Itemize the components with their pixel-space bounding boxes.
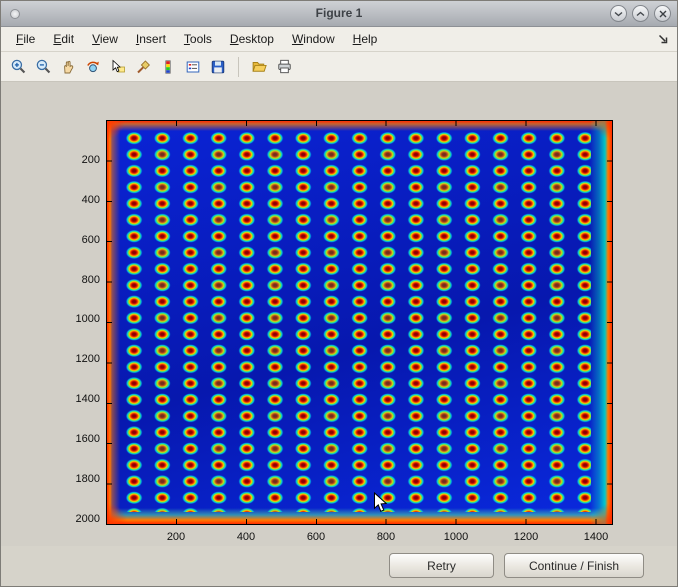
x-tick-label: 1200 (506, 530, 546, 544)
continue-finish-button[interactable]: Continue / Finish (504, 553, 644, 578)
menu-insert[interactable]: Insert (127, 28, 175, 50)
toolbar-separator (238, 57, 239, 77)
y-tick-label: 600 (56, 233, 100, 247)
insert-colorbar-button[interactable] (156, 55, 180, 79)
microarray-spot-grid (120, 130, 591, 512)
close-button[interactable] (654, 5, 671, 22)
window-controls (610, 5, 671, 22)
save-icon (210, 59, 226, 75)
rotate-3d-icon (85, 59, 101, 75)
minimize-button[interactable] (610, 5, 627, 22)
plot-axes (106, 120, 613, 525)
zoom-in-icon (10, 58, 27, 75)
microarray-image (107, 121, 612, 524)
print-icon (276, 58, 293, 75)
figure-toolbar (1, 52, 677, 82)
y-tick-label: 1200 (56, 352, 100, 366)
pan-button[interactable] (56, 55, 80, 79)
y-tick-label: 1400 (56, 392, 100, 406)
menu-file[interactable]: File (7, 28, 44, 50)
maximize-button[interactable] (632, 5, 649, 22)
menu-view[interactable]: View (83, 28, 127, 50)
y-tick-label: 2000 (56, 512, 100, 526)
close-icon (659, 10, 667, 18)
open-folder-icon (251, 58, 268, 75)
rotate-3d-button[interactable] (81, 55, 105, 79)
titlebar[interactable]: Figure 1 (1, 1, 677, 27)
save-button[interactable] (206, 55, 230, 79)
y-tick-label: 1600 (56, 432, 100, 446)
window-title: Figure 1 (1, 6, 677, 20)
zoom-out-icon (35, 58, 52, 75)
zoom-in-button[interactable] (6, 55, 30, 79)
y-tick-label: 1800 (56, 472, 100, 486)
figure-canvas: 200 400 600 800 1000 1200 1400 1600 1800… (1, 82, 678, 546)
y-tick-label: 400 (56, 193, 100, 207)
chevron-up-icon (636, 11, 645, 17)
zoom-out-button[interactable] (31, 55, 55, 79)
pan-hand-icon (60, 59, 76, 75)
figure-content: 200 400 600 800 1000 1200 1400 1600 1800… (1, 82, 677, 586)
y-tick-label: 800 (56, 273, 100, 287)
x-tick-label: 1000 (436, 530, 476, 544)
data-cursor-icon (110, 59, 126, 75)
chevron-down-icon (614, 11, 623, 17)
menu-desktop[interactable]: Desktop (221, 28, 283, 50)
print-button[interactable] (272, 55, 296, 79)
data-cursor-button[interactable] (106, 55, 130, 79)
menu-edit[interactable]: Edit (44, 28, 83, 50)
x-tick-label: 800 (366, 530, 406, 544)
x-tick-label: 200 (156, 530, 196, 544)
figure-window: Figure 1 File Edit View Insert Tools Des… (0, 0, 678, 587)
menu-tools[interactable]: Tools (175, 28, 221, 50)
insert-legend-button[interactable] (181, 55, 205, 79)
menu-help[interactable]: Help (344, 28, 387, 50)
dock-figure-icon[interactable] (657, 33, 669, 48)
y-tick-label: 1000 (56, 312, 100, 326)
x-tick-label: 1400 (576, 530, 616, 544)
mouse-cursor (373, 492, 388, 518)
retry-button[interactable]: Retry (389, 553, 494, 578)
legend-icon (185, 59, 201, 75)
menu-window[interactable]: Window (283, 28, 344, 50)
colorbar-icon (160, 59, 176, 75)
y-tick-label: 200 (56, 153, 100, 167)
x-tick-label: 600 (296, 530, 336, 544)
open-folder-button[interactable] (247, 55, 271, 79)
menubar: File Edit View Insert Tools Desktop Wind… (1, 27, 677, 52)
brush-button[interactable] (131, 55, 155, 79)
x-tick-label: 400 (226, 530, 266, 544)
brush-icon (135, 59, 151, 75)
